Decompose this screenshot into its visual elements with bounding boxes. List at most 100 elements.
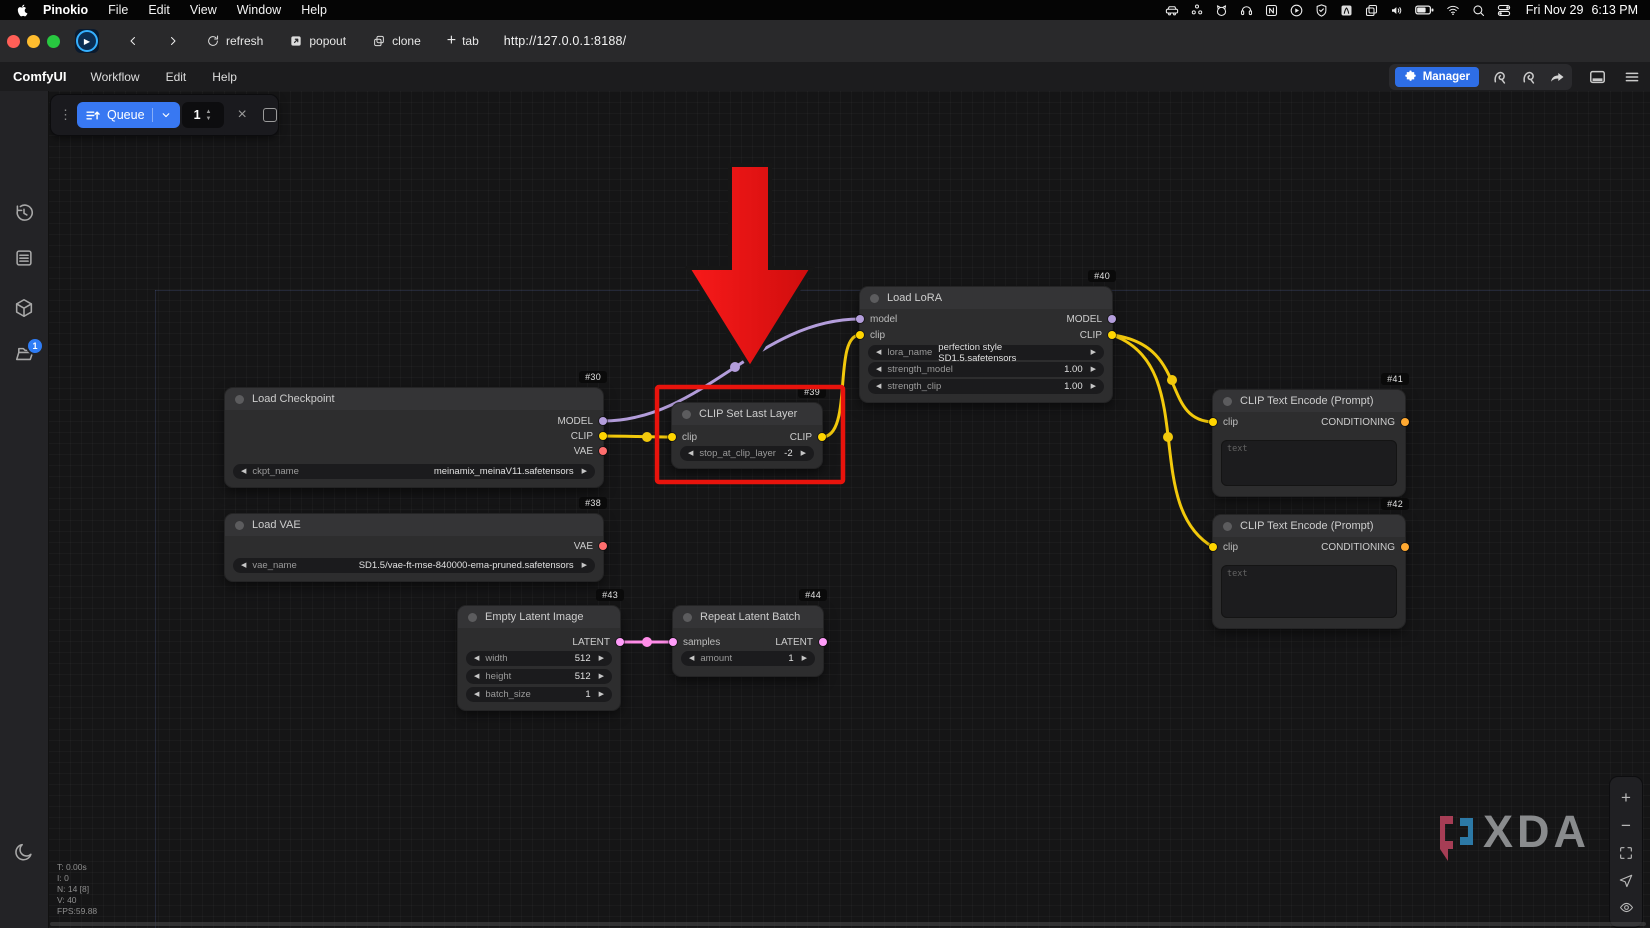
manager-button[interactable]: Manager	[1395, 67, 1479, 87]
widget-increment-icon[interactable]: ▶	[599, 691, 604, 698]
input-port-model[interactable]: model	[856, 312, 897, 326]
widget-height[interactable]: ◀ height 512 ▶	[466, 669, 612, 684]
clip-port-dot[interactable]	[818, 433, 826, 441]
comfy-menu-workflow[interactable]: Workflow	[90, 70, 139, 84]
model-port-dot[interactable]	[599, 417, 607, 425]
collapse-dot[interactable]	[682, 410, 691, 419]
stop-icon[interactable]	[263, 108, 277, 122]
widget-stop-at-clip-layer[interactable]: ◀ stop_at_clip_layer -2 ▶	[680, 446, 814, 461]
output-port-latent[interactable]: LATENT	[775, 635, 827, 649]
widget-decrement-icon[interactable]: ◀	[688, 450, 693, 457]
window-bottom-scrollbar[interactable]	[50, 922, 1646, 926]
node-title[interactable]: CLIP Text Encode (Prompt)	[1213, 515, 1405, 537]
cancel-run-icon[interactable]: ×	[238, 107, 247, 123]
widget-ckpt-name[interactable]: ◀ ckpt_name meinamix_meinaV11.safetensor…	[233, 464, 595, 479]
widget-decrement-icon[interactable]: ◀	[689, 655, 694, 662]
output-port-model[interactable]: MODEL	[1066, 312, 1116, 326]
output-port-clip[interactable]: CLIP	[1080, 328, 1116, 342]
vae-port-dot[interactable]	[599, 447, 607, 455]
alfred-icon[interactable]	[1339, 3, 1354, 18]
window-close-button[interactable]	[7, 35, 20, 48]
headset-icon[interactable]	[1239, 3, 1254, 18]
widget-batch-size[interactable]: ◀ batch_size 1 ▶	[466, 687, 612, 702]
input-port-clip[interactable]: clip	[668, 430, 697, 444]
widget-decrement-icon[interactable]: ◀	[241, 468, 246, 475]
clip-port-dot[interactable]	[599, 432, 607, 440]
widget-strength-model[interactable]: ◀ strength_model 1.00 ▶	[868, 362, 1104, 377]
widget-decrement-icon[interactable]: ◀	[474, 655, 479, 662]
theme-moon-icon[interactable]	[13, 841, 35, 863]
widget-decrement-icon[interactable]: ◀	[876, 366, 881, 373]
vae-port-dot[interactable]	[599, 542, 607, 550]
node-graph-canvas[interactable]: ⋮ Queue 1 ▲ ▼ × #30 Load Checkpoint MODE…	[48, 91, 1650, 928]
comfyui-brand[interactable]: ComfyUI	[13, 69, 66, 84]
widget-strength-clip[interactable]: ◀ strength_clip 1.00 ▶	[868, 379, 1104, 394]
output-port-conditioning[interactable]: CONDITIONING	[1321, 540, 1409, 554]
node-title[interactable]: Empty Latent Image	[458, 606, 620, 628]
toggle-links-eye-icon[interactable]	[1618, 900, 1635, 915]
output-port-latent[interactable]: LATENT	[572, 635, 624, 649]
node-title[interactable]: Load LoRA	[860, 287, 1112, 309]
node-title[interactable]: Load VAE	[225, 514, 603, 536]
collapse-dot[interactable]	[870, 294, 879, 303]
forward-button[interactable]	[167, 34, 179, 48]
menu-edit[interactable]: Edit	[148, 3, 170, 17]
output-port-clip[interactable]: CLIP	[790, 430, 826, 444]
conditioning-port-dot[interactable]	[1401, 418, 1409, 426]
drag-handle-icon[interactable]: ⋮	[59, 107, 72, 123]
share-arrow-icon[interactable]	[1549, 69, 1566, 85]
battery-icon[interactable]	[1415, 3, 1435, 17]
widget-decrement-icon[interactable]: ◀	[474, 691, 479, 698]
queue-button[interactable]: Queue	[77, 102, 180, 128]
play-circle-icon[interactable]	[1289, 3, 1304, 18]
batch-count-stepper[interactable]: 1 ▲ ▼	[182, 102, 224, 128]
node-load-vae[interactable]: #38 Load VAE VAE ◀ vae_name SD1.5/vae-ft…	[225, 514, 603, 581]
apple-menu-icon[interactable]	[16, 3, 29, 17]
stepper-arrows[interactable]: ▲ ▼	[206, 109, 212, 122]
latent-port-dot[interactable]	[669, 638, 677, 646]
history-icon[interactable]	[13, 202, 35, 224]
node-load-checkpoint[interactable]: #30 Load Checkpoint MODEL CLIP VAE ◀ ckp…	[225, 388, 603, 487]
node-empty-latent-image[interactable]: #43 Empty Latent Image LATENT ◀ width 51…	[458, 606, 620, 710]
node-repeat-latent-batch[interactable]: #44 Repeat Latent Batch samples LATENT ◀…	[673, 606, 823, 676]
widget-vae-name[interactable]: ◀ vae_name SD1.5/vae-ft-mse-840000-ema-p…	[233, 558, 595, 573]
chevron-down-icon[interactable]	[160, 110, 172, 120]
widget-increment-icon[interactable]: ▶	[801, 450, 806, 457]
clip-port-dot[interactable]	[1209, 418, 1217, 426]
step-up-icon[interactable]: ▲	[206, 109, 212, 115]
menu-help[interactable]: Help	[301, 3, 327, 17]
widget-increment-icon[interactable]: ▶	[1091, 366, 1096, 373]
model-port-dot[interactable]	[856, 315, 864, 323]
queue-list-icon[interactable]	[13, 247, 35, 269]
widget-decrement-icon[interactable]: ◀	[474, 673, 479, 680]
menubar-clock[interactable]: Fri Nov 29 6:13 PM	[1526, 3, 1638, 17]
clip-port-dot[interactable]	[668, 433, 676, 441]
widget-increment-icon[interactable]: ▶	[1091, 349, 1096, 356]
url-field[interactable]: http://127.0.0.1:8188/	[504, 34, 627, 48]
comfy-menu-edit[interactable]: Edit	[166, 70, 187, 84]
clone-button[interactable]: clone	[372, 34, 421, 48]
collapse-dot[interactable]	[1223, 522, 1232, 531]
input-port-samples[interactable]: samples	[669, 635, 720, 649]
conditioning-port-dot[interactable]	[1401, 543, 1409, 551]
node-clip-text-encode-positive[interactable]: #41 CLIP Text Encode (Prompt) clip CONDI…	[1213, 390, 1405, 496]
menu-view[interactable]: View	[190, 3, 217, 17]
bottom-panel-toggle-icon[interactable]	[1588, 68, 1607, 86]
widget-increment-icon[interactable]: ▶	[582, 562, 587, 569]
window-zoom-button[interactable]	[47, 35, 60, 48]
search-icon[interactable]	[1471, 3, 1486, 18]
wifi-icon[interactable]	[1445, 3, 1461, 17]
pinokio-logo[interactable]: ▶	[75, 29, 99, 53]
popout-button[interactable]: popout	[289, 34, 346, 48]
back-button[interactable]	[127, 34, 139, 48]
swirl-icon-left[interactable]	[1491, 68, 1508, 85]
input-port-clip[interactable]: clip	[856, 328, 885, 342]
widget-increment-icon[interactable]: ▶	[599, 655, 604, 662]
prompt-text-area[interactable]: text	[1221, 565, 1397, 618]
clip-port-dot[interactable]	[856, 331, 864, 339]
widget-decrement-icon[interactable]: ◀	[876, 349, 881, 356]
output-port-vae[interactable]: VAE	[574, 539, 607, 553]
cat-icon[interactable]	[1214, 3, 1229, 18]
output-port-vae[interactable]: VAE	[574, 444, 607, 458]
volume-icon[interactable]	[1389, 3, 1405, 18]
